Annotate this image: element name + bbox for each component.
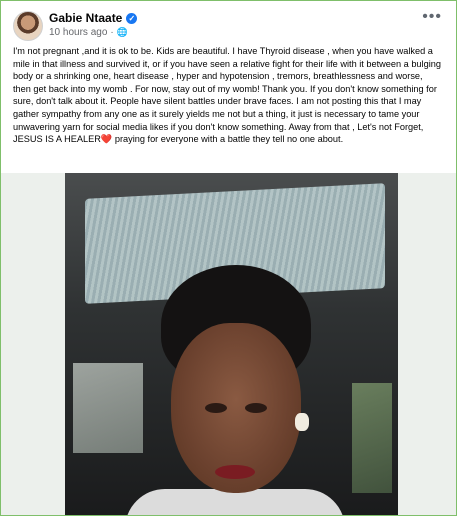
post-media[interactable] xyxy=(1,173,456,515)
lips-shape xyxy=(215,465,255,479)
post-meta: 10 hours ago · 🌐 xyxy=(49,27,128,38)
right-eye-shape xyxy=(245,403,267,413)
verified-badge-icon: ✓ xyxy=(126,12,138,24)
meta-separator: · xyxy=(110,27,114,38)
left-eye-shape xyxy=(205,403,227,413)
more-options-icon[interactable]: ••• xyxy=(422,9,442,25)
heart-emoji-icon: ❤️ xyxy=(100,134,113,145)
post-body: I'm not pregnant ,and it is ok to be. Ki… xyxy=(13,46,441,145)
post-body-end: praying for everyone with a battle they … xyxy=(112,134,344,145)
globe-icon: 🌐 xyxy=(116,27,128,37)
post-photo[interactable] xyxy=(65,173,398,515)
post-text: I'm not pregnant ,and it is ok to be. Ki… xyxy=(13,45,443,146)
post-timestamp[interactable]: 10 hours ago xyxy=(49,27,107,38)
car-window-left xyxy=(73,363,143,453)
post-header: Gabie Ntaate ✓ 10 hours ago · 🌐 ••• xyxy=(1,1,456,45)
author-name[interactable]: Gabie Ntaate xyxy=(49,11,122,25)
post-card: Gabie Ntaate ✓ 10 hours ago · 🌐 ••• I'm … xyxy=(0,0,457,516)
author-row: Gabie Ntaate ✓ xyxy=(49,11,138,25)
car-window-right xyxy=(352,383,392,493)
earring-shape xyxy=(295,413,309,431)
avatar[interactable] xyxy=(13,11,43,41)
